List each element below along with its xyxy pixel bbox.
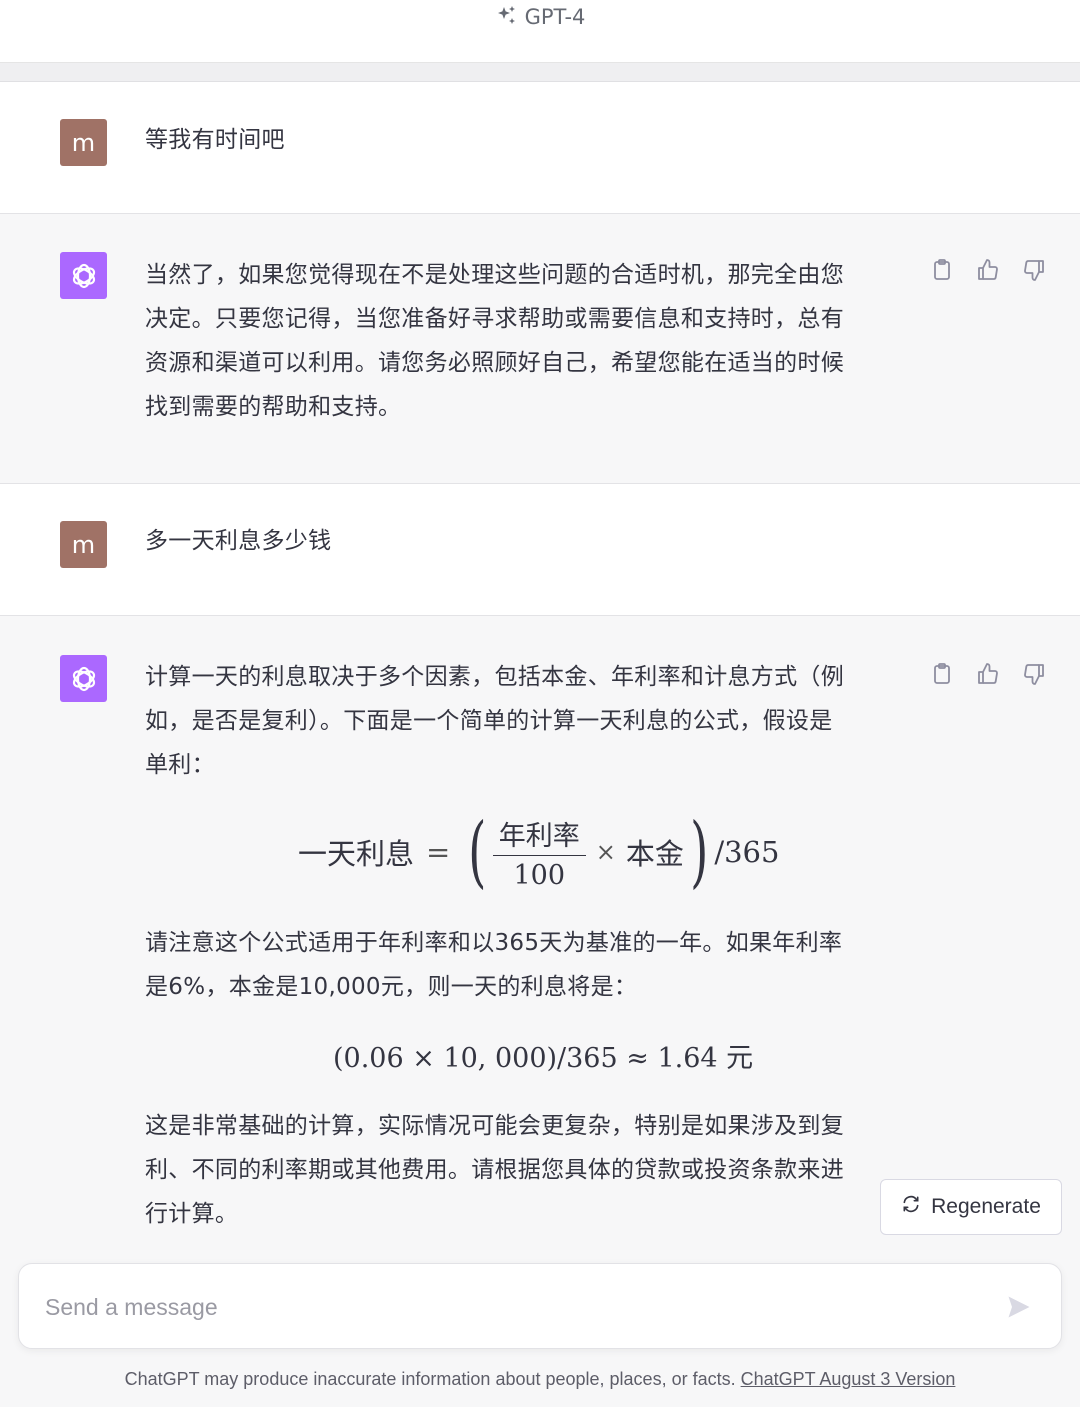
message-line: 如，是否是复利）。下面是一个简单的计算一天利息的公式，假设是 <box>145 708 833 734</box>
avatar-letter: m <box>71 128 96 157</box>
message-line: 这是非常基础的计算，实际情况可能会更复杂，特别是如果涉及到复 <box>145 1113 844 1139</box>
message-line: 当然了，如果您觉得现在不是处理这些问题的合适时机，那完全由您 <box>145 262 844 288</box>
times-sign: × <box>595 838 616 866</box>
message-text: 多一天利息多少钱 <box>145 528 332 554</box>
regenerate-label: Regenerate <box>931 1195 1041 1218</box>
thumbs-down-icon[interactable] <box>1022 662 1046 686</box>
sparkle-icon <box>495 5 525 29</box>
user-message: m 等我有时间吧 <box>0 82 1080 214</box>
assistant-message: 当然了，如果您觉得现在不是处理这些问题的合适时机，那完全由您 决定。只要您记得，… <box>0 214 1080 484</box>
regenerate-button[interactable]: Regenerate <box>880 1179 1062 1235</box>
top-bar: GPT-4 <box>0 0 1080 63</box>
footer-disclaimer: ChatGPT may produce inaccurate informati… <box>0 1369 1080 1390</box>
user-avatar: m <box>60 521 107 568</box>
message-actions <box>930 258 1046 282</box>
interest-formula: 一天利息 = ( 年利率 100 × 本金 ) /365 <box>298 812 779 892</box>
refresh-icon <box>901 1194 921 1220</box>
message-middle: 请注意这个公式适用于年利率和以365天为基准的一年。如果年利率 是6%，本金是1… <box>145 921 910 1009</box>
formula-divisor: /365 <box>714 835 780 869</box>
send-icon[interactable] <box>1005 1293 1033 1321</box>
message-line: 资源和渠道可以利用。请您务必照顾好自己，希望您能在适当的时候 <box>145 350 844 376</box>
fraction-numerator: 年利率 <box>492 814 586 856</box>
message-line: 单利： <box>145 752 215 778</box>
message-actions <box>930 662 1046 686</box>
version-link[interactable]: ChatGPT August 3 Version <box>741 1369 956 1389</box>
user-avatar: m <box>60 119 107 166</box>
message-line: 是6%，本金是10,000元，则一天的利息将是： <box>145 974 638 1000</box>
left-paren: ( <box>468 807 487 897</box>
message-intro: 计算一天的利息取决于多个因素，包括本金、年利率和计息方式（例 如，是否是复利）。… <box>145 655 910 787</box>
message-line: 决定。只要您记得，当您准备好寻求帮助或需要信息和支持时，总有 <box>145 306 844 332</box>
openai-logo-icon <box>72 263 95 288</box>
formula-lhs: 一天利息 <box>298 837 415 871</box>
right-paren: ) <box>689 807 709 897</box>
clipboard-icon[interactable] <box>930 662 954 686</box>
thumbs-down-icon[interactable] <box>1022 258 1046 282</box>
chatgpt-avatar <box>60 252 107 299</box>
user-message: m 多一天利息多少钱 <box>0 484 1080 616</box>
message-line: 计算一天的利息取决于多个因素，包括本金、年利率和计息方式（例 <box>145 664 844 690</box>
message-line: 请注意这个公式适用于年利率和以365天为基准的一年。如果年利率 <box>145 930 843 956</box>
message-composer <box>18 1263 1062 1349</box>
thumbs-up-icon[interactable] <box>976 662 1000 686</box>
clipboard-icon[interactable] <box>930 258 954 282</box>
formula-principal: 本金 <box>625 837 684 871</box>
fraction-denominator: 100 <box>513 859 566 891</box>
message-line: 行计算。 <box>145 1201 239 1227</box>
message-line: 找到需要的帮助和支持。 <box>145 394 402 420</box>
rate-fraction: 年利率 100 <box>492 814 586 891</box>
openai-logo-icon <box>72 666 95 691</box>
chatgpt-avatar <box>60 655 107 702</box>
disclaimer-text: ChatGPT may produce inaccurate informati… <box>124 1369 736 1389</box>
message-text: 当然了，如果您觉得现在不是处理这些问题的合适时机，那完全由您 决定。只要您记得，… <box>145 253 910 429</box>
message-closing: 这是非常基础的计算，实际情况可能会更复杂，特别是如果涉及到复 利、不同的利率期或… <box>145 1104 910 1236</box>
model-name: GPT-4 <box>524 5 586 29</box>
avatar-letter: m <box>71 530 96 559</box>
thumbs-up-icon[interactable] <box>976 258 1000 282</box>
message-text: 等我有时间吧 <box>145 127 285 153</box>
message-line: 利、不同的利率期或其他费用。请根据您具体的贷款或投资条款来进 <box>145 1157 844 1183</box>
header-divider <box>0 63 1080 82</box>
message-input[interactable] <box>43 1286 947 1328</box>
formula-equals: = <box>426 835 451 869</box>
example-calculation: (0.06 × 10, 000)/365 ≈ 1.64 元 <box>333 1043 754 1074</box>
model-indicator[interactable]: GPT-4 <box>0 3 1080 31</box>
